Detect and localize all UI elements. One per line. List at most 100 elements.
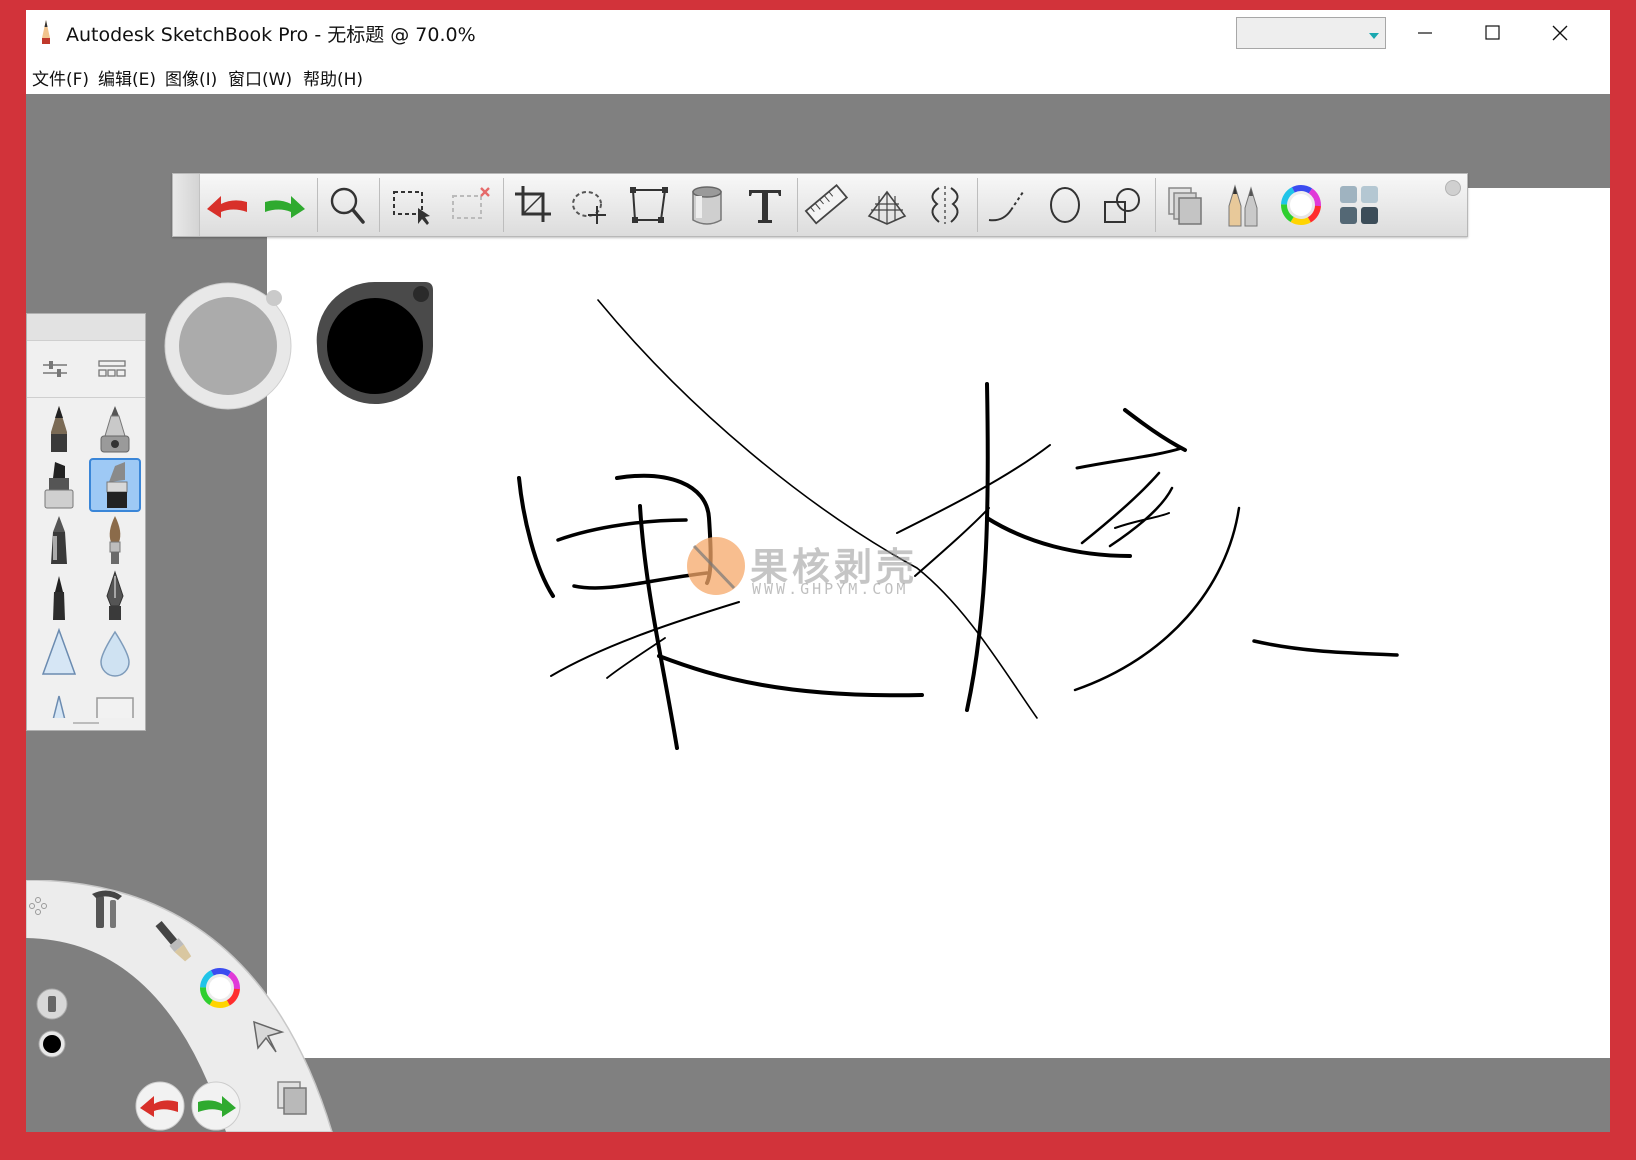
profile-dropdown[interactable]	[1236, 17, 1386, 49]
title-bar: Autodesk SketchBook Pro - 无标题 @ 70.0%	[26, 10, 1610, 57]
dropdown-arrow-icon	[1369, 33, 1379, 39]
brush-color-swatch-icon	[316, 281, 433, 404]
marker-icon	[44, 462, 74, 509]
arrow-pointer-icon	[253, 1020, 285, 1053]
drawing-canvas[interactable]	[267, 188, 1610, 1058]
menu-help[interactable]: 帮助(H)	[303, 65, 363, 90]
color-wheel-icon	[200, 968, 240, 1008]
lagoon-brush-color-button[interactable]	[28, 1018, 80, 1070]
zoom-button[interactable]	[323, 182, 371, 228]
brush-felt-pen[interactable]	[33, 570, 85, 624]
ink-pen-icon	[106, 570, 124, 620]
paintbrush-icon	[109, 516, 121, 564]
brush-smudge[interactable]	[33, 682, 85, 718]
color-swatch-icon	[164, 282, 292, 410]
menu-file[interactable]: 文件(F)	[32, 65, 89, 90]
maximize-button[interactable]	[1458, 10, 1526, 56]
undo-icon	[207, 196, 247, 218]
brush-paintbrush[interactable]	[89, 514, 141, 568]
maximize-icon	[1485, 25, 1500, 40]
app-window: Autodesk SketchBook Pro - 无标题 @ 70.0% 文件…	[26, 10, 1610, 1132]
lagoon-layers-button[interactable]	[266, 1072, 318, 1124]
window-title: Autodesk SketchBook Pro - 无标题 @ 70.0%	[66, 24, 476, 46]
tools-icon	[92, 890, 122, 928]
menu-window[interactable]: 窗口(W)	[228, 65, 292, 90]
close-button[interactable]	[1526, 10, 1594, 56]
brush-soft-eraser[interactable]	[89, 626, 141, 680]
text-button[interactable]	[741, 182, 789, 228]
brush-palette	[26, 313, 146, 731]
copic-palette-icon	[1340, 186, 1378, 224]
redo-icon	[265, 196, 305, 218]
ruler-button[interactable]	[803, 182, 851, 228]
perspective-button[interactable]	[863, 182, 911, 228]
felt-pen-icon	[53, 576, 65, 620]
watermark-url: WWW.GHPYM.COM	[752, 580, 909, 598]
lagoon-redo-button[interactable]	[190, 1080, 242, 1132]
color-puck-light[interactable]	[162, 280, 294, 412]
ellipse-button[interactable]	[1041, 182, 1089, 228]
layers-icon	[277, 1081, 307, 1115]
brush-ink-pen[interactable]	[89, 570, 141, 624]
lagoon-tools-button[interactable]	[82, 884, 134, 936]
symmetry-button[interactable]	[921, 182, 969, 228]
curve-icon	[988, 191, 1024, 222]
brush-hard-eraser[interactable]	[33, 626, 85, 680]
watermark-logo-icon	[687, 537, 745, 595]
brush-library-grid-icon[interactable]	[97, 355, 127, 383]
toolbar-close-button[interactable]	[1445, 180, 1461, 196]
lagoon-more-button[interactable]	[26, 886, 72, 938]
airbrush-icon	[100, 406, 130, 453]
clear-selection-icon	[452, 187, 490, 219]
copic-palette-button[interactable]	[1335, 182, 1383, 228]
toolbar-grip[interactable]	[173, 174, 200, 236]
redo-button[interactable]	[261, 182, 309, 228]
brush-chisel-marker[interactable]	[89, 458, 141, 512]
zoom-icon	[330, 187, 365, 224]
brush-airbrush[interactable]	[89, 402, 141, 456]
fill-button[interactable]	[683, 182, 731, 228]
brush-library-button[interactable]	[1219, 182, 1267, 228]
shapes-button[interactable]	[1099, 182, 1147, 228]
curve-button[interactable]	[983, 182, 1031, 228]
lasso-move-icon	[572, 191, 606, 224]
brush-palette-header[interactable]	[27, 314, 145, 341]
text-icon	[749, 190, 781, 223]
smudge-icon	[52, 695, 66, 718]
brush-eraser-block[interactable]	[89, 682, 141, 718]
lasso-move-button[interactable]	[567, 182, 615, 228]
transform-button[interactable]	[625, 182, 673, 228]
ellipse-icon	[1050, 187, 1080, 223]
pencil-icon	[51, 406, 67, 452]
symmetry-icon	[931, 186, 959, 224]
brush-icon	[155, 921, 192, 962]
color-wheel-button[interactable]	[1277, 182, 1325, 228]
select-button[interactable]	[388, 182, 436, 228]
lagoon-select-button[interactable]	[240, 1010, 292, 1062]
brush-properties-icon[interactable]	[41, 355, 69, 383]
minimize-icon	[1418, 32, 1432, 34]
close-icon	[1552, 25, 1568, 41]
dots-ring-icon	[29, 897, 47, 915]
menu-image[interactable]: 图像(I)	[165, 65, 217, 90]
undo-button[interactable]	[203, 182, 251, 228]
brush-marker[interactable]	[33, 458, 85, 512]
brush-ballpoint[interactable]	[33, 514, 85, 568]
clear-selection-button[interactable]	[447, 182, 495, 228]
menu-edit[interactable]: 编辑(E)	[98, 65, 156, 90]
lagoon-undo-button[interactable]	[134, 1080, 186, 1132]
brush-palette-tools	[27, 341, 145, 398]
brush-pencil[interactable]	[33, 402, 85, 456]
lagoon-brush-button[interactable]	[148, 916, 200, 968]
crop-button[interactable]	[509, 182, 557, 228]
color-puck-brush[interactable]	[309, 280, 441, 412]
lagoon-color-button[interactable]	[194, 962, 246, 1014]
main-toolbar	[172, 173, 1468, 237]
ballpoint-pen-icon	[51, 516, 67, 564]
sketchbook-pencil-icon	[42, 20, 50, 44]
minimize-button[interactable]	[1390, 10, 1458, 56]
layers-button[interactable]	[1161, 182, 1209, 228]
select-icon	[393, 191, 430, 225]
brush-palette-resize-handle[interactable]	[27, 716, 145, 730]
watermark: 果核剥壳 WWW.GHPYM.COM	[686, 534, 946, 604]
